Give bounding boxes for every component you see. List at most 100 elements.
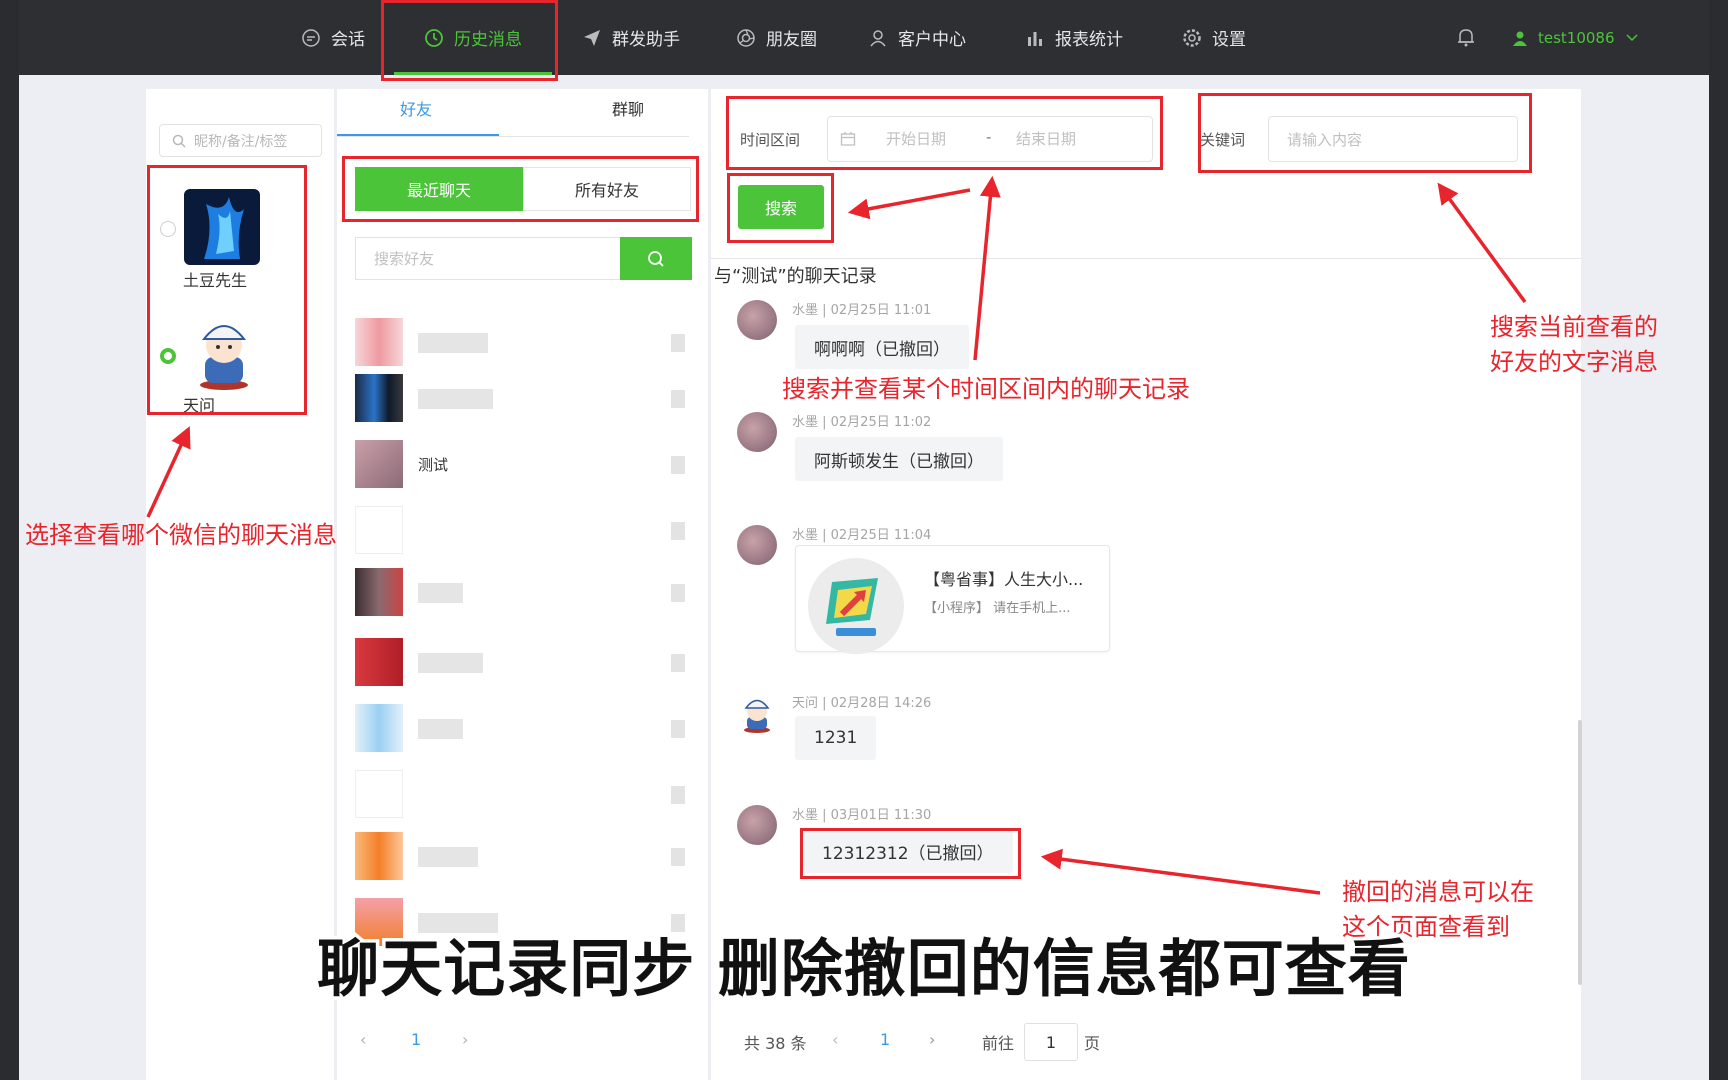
friend-row[interactable] [355, 770, 685, 826]
friend-badge [671, 584, 685, 602]
friend-avatar [355, 506, 403, 554]
friend-search-placeholder: 搜索好友 [374, 250, 435, 268]
message-meta: 水墨 | 03月01日 11:30 [792, 808, 932, 823]
friend-row[interactable] [355, 374, 685, 430]
tab-friends[interactable]: 好友 [400, 96, 432, 120]
friend-badge [671, 334, 685, 352]
friend-badge [671, 786, 685, 804]
note-recall-line1: 撤回的消息可以在 [1342, 878, 1534, 906]
friend-badge [671, 390, 685, 408]
bar-chart-icon [1028, 31, 1042, 46]
friends-prev-page[interactable]: ‹ [360, 1030, 366, 1049]
friend-row[interactable]: 测试 [355, 440, 685, 496]
chat-icon [302, 28, 320, 47]
message-bubble: 阿斯顿发生（已撤回） [795, 437, 1003, 481]
mini-program-card[interactable]: 【粤省事】人生大小... 【小程序】 请在手机上... [795, 545, 1110, 654]
friend-avatar [355, 568, 403, 616]
friend-badge [671, 456, 685, 474]
message-bubble: 12312312（已撤回） [803, 829, 1013, 873]
friend-row[interactable] [355, 704, 685, 760]
chat-goto-input[interactable]: 1 [1024, 1023, 1078, 1061]
nav-history-label: 历史消息 [454, 30, 522, 50]
keyword-input[interactable]: 请输入内容 [1268, 116, 1518, 162]
account-radio-2[interactable] [160, 348, 176, 364]
chat-history-title: 与“测试”的聊天记录 [714, 266, 877, 287]
tab-active-underline [337, 134, 499, 136]
message-meta: 天问 | 02月28日 14:26 [792, 696, 932, 711]
friend-search-input[interactable]: 搜索好友 [355, 237, 620, 280]
calendar-icon [840, 132, 856, 146]
friend-avatar [355, 440, 403, 488]
friends-next-page[interactable]: › [462, 1030, 468, 1049]
message-meta: 水墨 | 02月25日 11:01 [792, 303, 932, 318]
note-keyword-line1: 搜索当前查看的 [1490, 313, 1658, 341]
nav-broadcast[interactable]: 群发助手 [582, 0, 680, 75]
nav-chat[interactable]: 会话 [301, 0, 365, 75]
friend-name-blurred [418, 653, 483, 673]
friend-row[interactable] [355, 568, 685, 624]
friend-search-button[interactable] [620, 237, 692, 280]
segment-all-friends[interactable]: 所有好友 [523, 167, 691, 211]
tab-groups[interactable]: 群聊 [612, 96, 644, 120]
account-radio-1[interactable] [160, 221, 176, 237]
search-icon [648, 250, 664, 267]
friend-avatar [355, 318, 403, 366]
friend-avatar [355, 832, 403, 880]
chat-total-count: 共 38 条 [744, 1034, 807, 1053]
account-name-1: 土豆先生 [183, 271, 248, 290]
search-button[interactable]: 搜索 [738, 185, 824, 229]
nav-chat-label: 会话 [331, 30, 365, 50]
date-separator: - [986, 128, 992, 146]
message-bubble: 啊啊啊（已撤回） [795, 325, 969, 369]
account-search-input[interactable]: 昵称/备注/标签 [159, 124, 322, 157]
friend-badge [671, 522, 685, 540]
friend-avatar [355, 374, 403, 422]
nav-moments[interactable]: 朋友圈 [736, 0, 817, 75]
chat-next-page[interactable]: › [929, 1030, 935, 1049]
message-avatar [737, 300, 777, 340]
friend-row[interactable] [355, 318, 685, 374]
nav-customers-label: 客户中心 [898, 30, 966, 50]
account-search-placeholder: 昵称/备注/标签 [194, 133, 288, 150]
friend-row[interactable] [355, 638, 685, 694]
time-range-label: 时间区间 [740, 131, 801, 149]
nav-broadcast-label: 群发助手 [612, 30, 680, 50]
mini-program-subtitle: 【小程序】 请在手机上... [924, 601, 1071, 616]
mini-program-icon [808, 558, 904, 654]
message-avatar [744, 699, 770, 733]
message-meta: 水墨 | 02月25日 11:02 [792, 415, 932, 430]
account-avatar-2[interactable] [191, 313, 257, 391]
nav-settings[interactable]: 设置 [1182, 0, 1246, 75]
bell-icon[interactable] [1455, 26, 1477, 48]
chat-current-page[interactable]: 1 [880, 1030, 890, 1049]
chevron-down-icon [1626, 33, 1638, 41]
start-date-input[interactable]: 开始日期 [886, 128, 946, 149]
person-icon [870, 29, 886, 46]
segment-recent-chats[interactable]: 最近聊天 [355, 167, 523, 211]
friend-avatar [355, 638, 403, 686]
nav-history[interactable]: 历史消息 [424, 0, 522, 75]
account-avatar-1[interactable] [184, 189, 260, 265]
chat-prev-page[interactable]: ‹ [832, 1030, 838, 1049]
message-avatar [737, 525, 777, 565]
note-time-search: 搜索并查看某个时间区间内的聊天记录 [782, 375, 1190, 403]
friend-avatar [355, 770, 403, 818]
friend-row[interactable] [355, 506, 685, 562]
nav-customers[interactable]: 客户中心 [868, 0, 966, 75]
nav-moments-label: 朋友圈 [766, 30, 817, 50]
chat-page-unit: 页 [1084, 1034, 1101, 1053]
friend-name-blurred [418, 583, 463, 603]
nav-reports[interactable]: 报表统计 [1025, 0, 1123, 75]
end-date-input[interactable]: 结束日期 [1016, 128, 1076, 149]
user-menu[interactable]: test10086 [1512, 0, 1639, 75]
friends-current-page[interactable]: 1 [411, 1030, 421, 1049]
aperture-icon [737, 28, 755, 47]
note-keyword-line2: 好友的文字消息 [1490, 348, 1658, 376]
nav-settings-label: 设置 [1212, 30, 1246, 50]
note-select-account: 选择查看哪个微信的聊天消息 [25, 521, 337, 549]
friend-name-blurred [418, 719, 463, 739]
friend-row[interactable] [355, 832, 685, 888]
chat-goto-label: 前往 [982, 1034, 1015, 1053]
message-avatar [737, 412, 777, 452]
friend-name-blurred [418, 847, 478, 867]
